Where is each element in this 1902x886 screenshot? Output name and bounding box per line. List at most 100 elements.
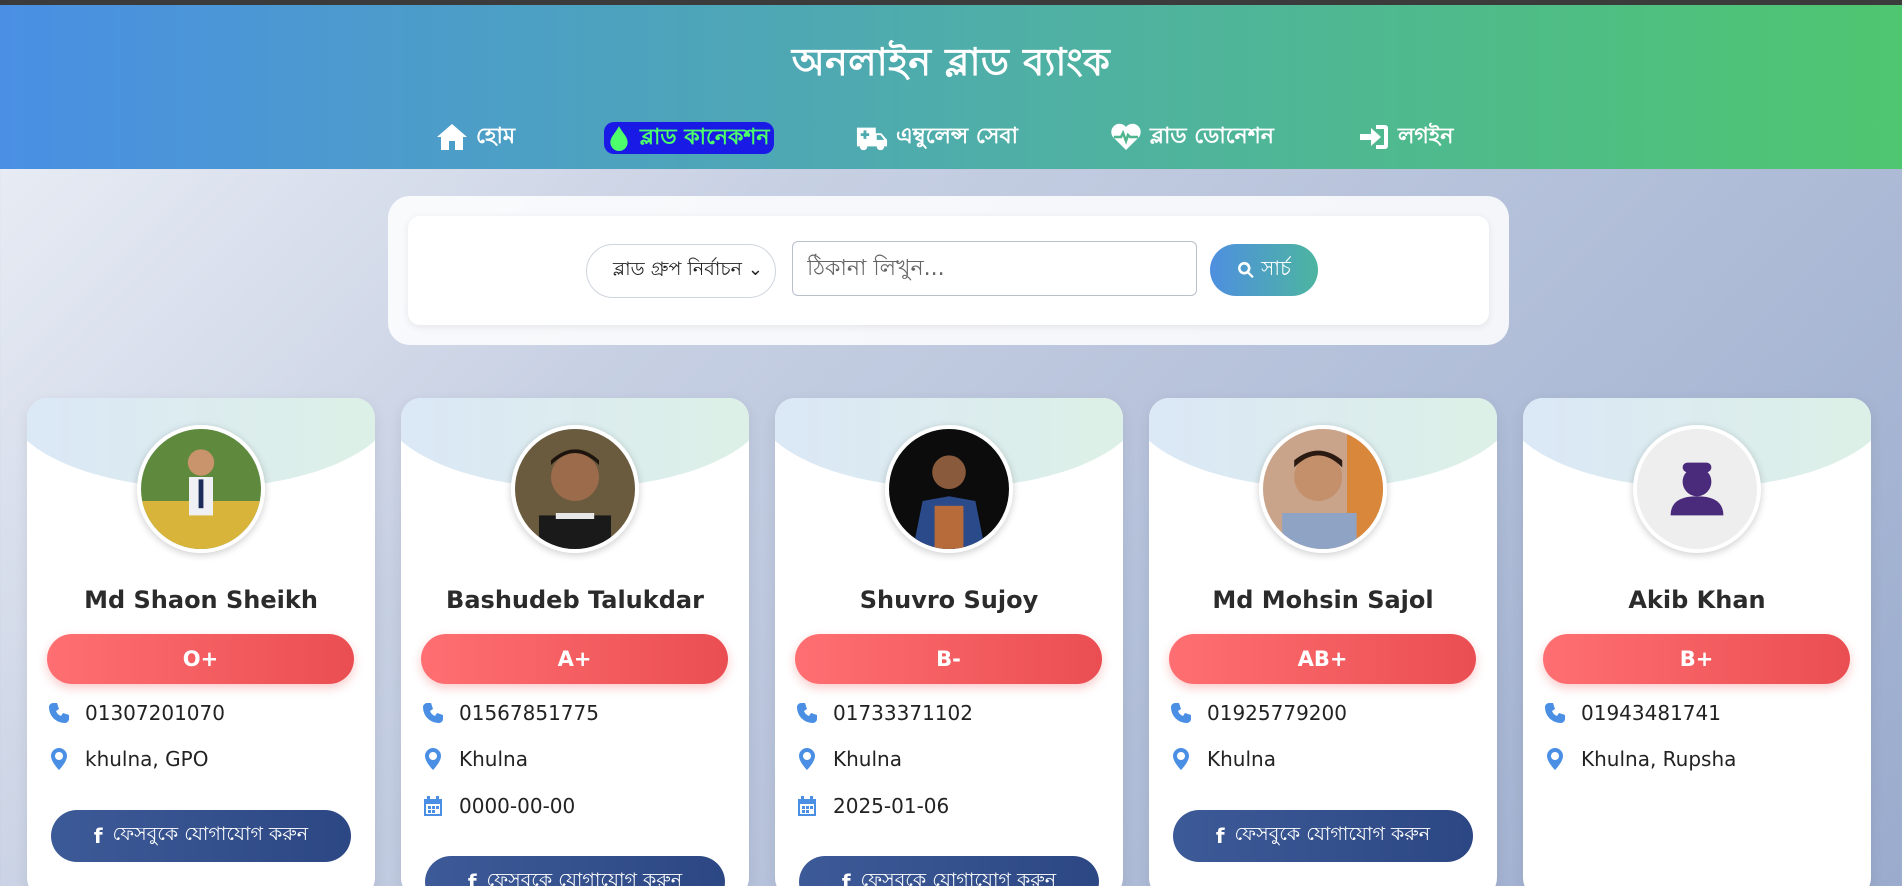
location-row: Khulna: [795, 747, 902, 771]
nav-home-label: হোম: [476, 123, 516, 149]
donor-photo: [889, 429, 1009, 549]
donor-phone: 01307201070: [85, 701, 225, 725]
donor-name: Shuvro Sujoy: [859, 586, 1039, 614]
donor-date: 0000-00-00: [459, 794, 576, 818]
facebook-contact-button[interactable]: f ফেসবুকে যোগাযোগ করুন: [51, 810, 351, 862]
nav-ambulance[interactable]: এম্বুলেন্স সেবা: [856, 120, 1018, 154]
blood-group-badge: AB+: [1169, 634, 1476, 684]
avatar: [885, 425, 1013, 553]
location-pin-icon: [425, 748, 441, 770]
location-row: Khulna: [421, 747, 528, 771]
donor-card: Shuvro Sujoy B- 01733371102 Khulna 2025-…: [775, 398, 1123, 886]
blood-group-select-value: ব্লাড গ্রুপ নির্বাচন: [613, 258, 742, 280]
avatar: [1259, 425, 1387, 553]
donor-name: Md Shaon Sheikh: [84, 586, 318, 614]
facebook-contact-button[interactable]: f ফেসবুকে যোগাযোগ করুন: [425, 856, 725, 886]
facebook-icon: f: [467, 870, 477, 886]
phone-row: 01567851775: [421, 701, 599, 725]
phone-icon: [49, 703, 69, 723]
phone-row: 01943481741: [1543, 701, 1721, 725]
search-container: ব্লাড গ্রুপ নির্বাচন ⌄ সার্চ: [388, 196, 1509, 345]
donor-photo: [141, 429, 261, 549]
nav-home[interactable]: হোম: [436, 120, 515, 154]
search-button[interactable]: সার্চ: [1210, 244, 1318, 296]
location-row: Khulna: [1169, 747, 1276, 771]
nav-ambulance-label: এম্বুলেন্স সেবা: [896, 123, 1018, 149]
blood-group-badge: A+: [421, 634, 728, 684]
donor-phone: 01733371102: [833, 701, 973, 725]
facebook-contact-button[interactable]: f ফেসবুকে যোগাযোগ করুন: [1173, 810, 1473, 862]
phone-icon: [423, 703, 443, 723]
blood-group-select[interactable]: ব্লাড গ্রুপ নির্বাচন ⌄: [586, 244, 776, 298]
blood-group-badge: B-: [795, 634, 1102, 684]
donor-name: Akib Khan: [1628, 586, 1766, 614]
donor-card: Bashudeb Talukdar A+ 01567851775 Khulna …: [401, 398, 749, 886]
facebook-icon: f: [841, 870, 851, 886]
donor-name: Md Mohsin Sajol: [1212, 586, 1434, 614]
nav-blood-connection[interactable]: ব্লাড কানেকশন: [604, 122, 774, 154]
avatar: [511, 425, 639, 553]
phone-icon: [797, 703, 817, 723]
phone-row: 01925779200: [1169, 701, 1347, 725]
donor-phone: 01943481741: [1581, 701, 1721, 725]
phone-row: 01307201070: [47, 701, 225, 725]
donor-photo: [1263, 429, 1383, 549]
location-pin-icon: [1547, 748, 1563, 770]
login-icon: [1360, 125, 1388, 149]
facebook-icon: f: [93, 824, 103, 848]
location-pin-icon: [799, 748, 815, 770]
phone-icon: [1171, 703, 1191, 723]
home-icon: [437, 124, 467, 150]
donor-location: Khulna: [1207, 747, 1276, 771]
blood-group-badge: O+: [47, 634, 354, 684]
location-pin-icon: [51, 748, 67, 770]
donor-date: 2025-01-06: [833, 794, 950, 818]
avatar: [1633, 425, 1761, 553]
heart-pulse-icon: [1111, 123, 1141, 150]
search-button-label: সার্চ: [1261, 255, 1291, 280]
date-row: 2025-01-06: [795, 794, 949, 818]
facebook-contact-label: ফেসবুকে যোগাযোগ করুন: [112, 823, 309, 845]
donor-name: Bashudeb Talukdar: [446, 586, 704, 614]
ambulance-icon: [856, 127, 888, 151]
location-row: Khulna, Rupsha: [1543, 747, 1736, 771]
chevron-down-icon: ⌄: [747, 259, 763, 280]
search-panel: ব্লাড গ্রুপ নির্বাচন ⌄ সার্চ: [408, 216, 1489, 325]
nav-blood-donation-label: ব্লাড ডোনেশন: [1150, 123, 1274, 149]
main-nav: হোম ব্লাড কানেকশন এম্বুলেন্স সেবা ব্লাড …: [0, 120, 1902, 160]
nav-blood-connection-label: ব্লাড কানেকশন: [640, 124, 770, 150]
donor-card: Akib Khan B+ 01943481741 Khulna, Rupsha: [1523, 398, 1871, 886]
address-input[interactable]: [792, 241, 1197, 296]
facebook-contact-label: ফেসবুকে যোগাযোগ করুন: [860, 869, 1057, 886]
donor-phone: 01567851775: [459, 701, 599, 725]
donor-location: Khulna: [459, 747, 528, 771]
donor-card: Md Mohsin Sajol AB+ 01925779200 Khulna f…: [1149, 398, 1497, 886]
facebook-contact-button[interactable]: f ফেসবুকে যোগাযোগ করুন: [799, 856, 1099, 886]
date-row: 0000-00-00: [421, 794, 575, 818]
donor-phone: 01925779200: [1207, 701, 1347, 725]
phone-row: 01733371102: [795, 701, 973, 725]
default-user-icon: [1637, 429, 1757, 549]
nav-login-label: লগইন: [1398, 123, 1454, 149]
blood-group-badge: B+: [1543, 634, 1850, 684]
location-row: khulna, GPO: [47, 747, 208, 771]
avatar: [137, 425, 265, 553]
facebook-contact-label: ফেসবুকে যোগাযোগ করুন: [1234, 823, 1431, 845]
location-pin-icon: [1173, 748, 1189, 770]
site-title: অনলাইন ব্লাড ব্যাংক: [791, 40, 1111, 84]
calendar-icon: [798, 796, 816, 816]
facebook-contact-label: ফেসবুকে যোগাযোগ করুন: [486, 869, 683, 886]
blood-drop-icon: [610, 126, 628, 151]
nav-login[interactable]: লগইন: [1358, 120, 1453, 154]
facebook-icon: f: [1215, 824, 1225, 848]
site-header: অনলাইন ব্লাড ব্যাংক হোম ব্লাড কানেকশন এম…: [0, 5, 1902, 169]
donor-location: Khulna: [833, 747, 902, 771]
search-icon: [1238, 261, 1254, 279]
calendar-icon: [424, 796, 442, 816]
donor-location: khulna, GPO: [85, 747, 209, 771]
donor-location: Khulna, Rupsha: [1581, 747, 1737, 771]
phone-icon: [1545, 703, 1565, 723]
nav-blood-donation[interactable]: ব্লাড ডোনেশন: [1110, 120, 1274, 154]
donor-card: Md Shaon Sheikh O+ 01307201070 khulna, G…: [27, 398, 375, 886]
donor-photo: [515, 429, 635, 549]
